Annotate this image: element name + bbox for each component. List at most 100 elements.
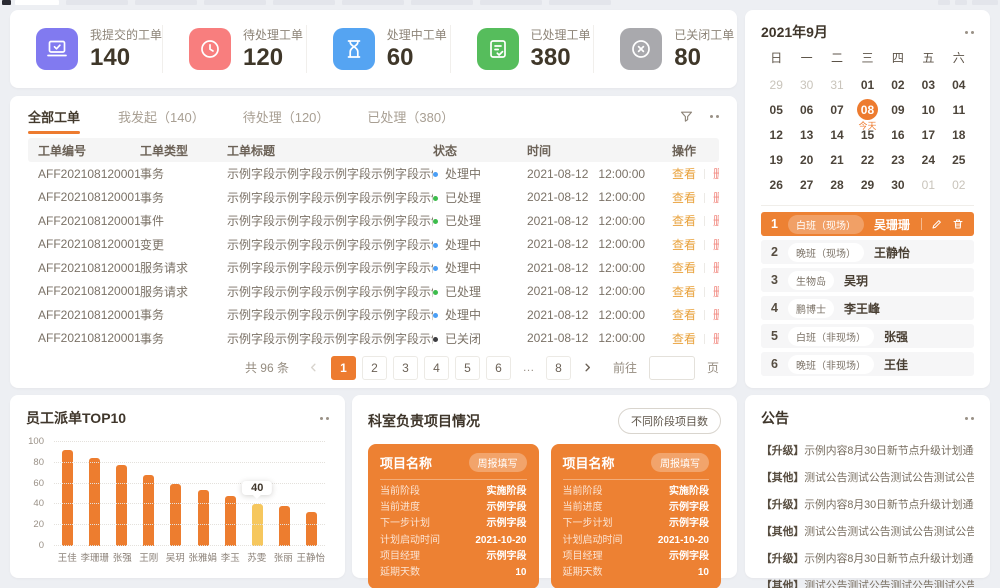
- calendar-day[interactable]: 06: [791, 97, 821, 122]
- notice-item[interactable]: 【其他】测试公告测试公告测试公告测试公告测试公告: [761, 469, 974, 485]
- top-mini-tab[interactable]: [2, 0, 11, 5]
- calendar-day[interactable]: 02: [944, 172, 974, 197]
- top-mini-tab[interactable]: [411, 0, 473, 5]
- bar[interactable]: [62, 450, 73, 546]
- calendar-day[interactable]: 05: [761, 97, 791, 122]
- delete-link[interactable]: 删除: [713, 261, 719, 275]
- filter-icon[interactable]: [679, 109, 694, 124]
- calendar-day[interactable]: 14: [822, 122, 852, 147]
- top-mini-tab[interactable]: [480, 0, 542, 5]
- delete-link[interactable]: 删除: [713, 214, 719, 228]
- calendar-day[interactable]: 23: [883, 147, 913, 172]
- page-button[interactable]: 8: [546, 356, 571, 380]
- top-mini-tab[interactable]: [342, 0, 404, 5]
- view-link[interactable]: 查看: [672, 238, 696, 252]
- calendar-day[interactable]: 30: [883, 172, 913, 197]
- top-mini-tab[interactable]: [955, 0, 967, 5]
- worklist-tab-1[interactable]: 我发起（140）: [118, 107, 205, 126]
- worklist-tab-3[interactable]: 已处理（380）: [367, 107, 454, 126]
- delete-link[interactable]: 删除: [713, 238, 719, 252]
- calendar-day[interactable]: 29: [852, 172, 882, 197]
- calendar-day[interactable]: 02: [883, 72, 913, 97]
- calendar-day[interactable]: 04: [944, 72, 974, 97]
- calendar-day[interactable]: 18: [944, 122, 974, 147]
- calendar-day[interactable]: 17: [913, 122, 943, 147]
- view-link[interactable]: 查看: [672, 285, 696, 299]
- calendar-day[interactable]: 24: [913, 147, 943, 172]
- next-page-button[interactable]: [577, 357, 599, 379]
- delete-link[interactable]: 删除: [713, 285, 719, 299]
- calendar-day[interactable]: 11: [944, 97, 974, 122]
- calendar-day[interactable]: 25: [944, 147, 974, 172]
- bar[interactable]: [170, 484, 181, 546]
- weekly-report-button[interactable]: 周报填写: [469, 453, 527, 472]
- notices-more-icon[interactable]: [965, 412, 974, 425]
- calendar-day[interactable]: 28: [822, 172, 852, 197]
- delete-link[interactable]: 删除: [713, 332, 719, 346]
- worklist-tab-2[interactable]: 待处理（120）: [243, 107, 330, 126]
- calendar-day[interactable]: 07: [822, 97, 852, 122]
- view-link[interactable]: 查看: [672, 332, 696, 346]
- top-mini-tab[interactable]: [66, 0, 128, 5]
- calendar-day[interactable]: 01: [852, 72, 882, 97]
- calendar-day[interactable]: 27: [791, 172, 821, 197]
- top-mini-tab[interactable]: [15, 0, 59, 5]
- delete-link[interactable]: 删除: [713, 308, 719, 322]
- delete-link[interactable]: 删除: [713, 167, 719, 181]
- view-link[interactable]: 查看: [672, 191, 696, 205]
- trash-icon[interactable]: [952, 218, 964, 230]
- calendar-day[interactable]: 22: [852, 147, 882, 172]
- notice-item[interactable]: 【升级】示例内容8月30日新节点升级计划通知: [761, 496, 974, 512]
- page-button[interactable]: 3: [393, 356, 418, 380]
- calendar-more-icon[interactable]: [965, 26, 974, 39]
- calendar-day[interactable]: 29: [761, 72, 791, 97]
- edit-icon[interactable]: [931, 218, 943, 230]
- goto-page-input[interactable]: [649, 356, 695, 380]
- page-button[interactable]: 6: [486, 356, 511, 380]
- calendar-day[interactable]: 09: [883, 97, 913, 122]
- top-mini-tab[interactable]: [273, 0, 335, 5]
- top-mini-tab[interactable]: [972, 0, 998, 5]
- page-button[interactable]: 5: [455, 356, 480, 380]
- calendar-day[interactable]: 10: [913, 97, 943, 122]
- bar[interactable]: [306, 512, 317, 546]
- notice-item[interactable]: 【升级】示例内容8月30日新节点升级计划通知: [761, 442, 974, 458]
- calendar-day[interactable]: 08今天: [852, 97, 882, 122]
- calendar-day[interactable]: 01: [913, 172, 943, 197]
- calendar-day[interactable]: 26: [761, 172, 791, 197]
- calendar-day[interactable]: 21: [822, 147, 852, 172]
- weekly-report-button[interactable]: 周报填写: [651, 453, 709, 472]
- notice-item[interactable]: 【升级】示例内容8月30日新节点升级计划通知: [761, 550, 974, 566]
- view-link[interactable]: 查看: [672, 308, 696, 322]
- page-button[interactable]: 2: [362, 356, 387, 380]
- calendar-day[interactable]: 30: [791, 72, 821, 97]
- top-mini-tab[interactable]: [135, 0, 197, 5]
- notice-item[interactable]: 【其他】测试公告测试公告测试公告测试公告测试公告: [761, 523, 974, 539]
- calendar-day[interactable]: 16: [883, 122, 913, 147]
- bar[interactable]: [143, 475, 154, 546]
- top-mini-tab[interactable]: [938, 0, 950, 5]
- page-button[interactable]: 4: [424, 356, 449, 380]
- stage-count-button[interactable]: 不同阶段项目数: [618, 408, 721, 434]
- view-link[interactable]: 查看: [672, 261, 696, 275]
- calendar-day[interactable]: 19: [761, 147, 791, 172]
- bar[interactable]: [252, 504, 263, 546]
- page-button[interactable]: …: [517, 356, 540, 378]
- notice-item[interactable]: 【其他】测试公告测试公告测试公告测试公告测试公告: [761, 577, 974, 588]
- chart-more-icon[interactable]: [320, 412, 329, 425]
- calendar-day[interactable]: 20: [791, 147, 821, 172]
- bar[interactable]: [279, 506, 290, 546]
- more-icon[interactable]: [710, 110, 719, 123]
- bar[interactable]: [89, 458, 100, 546]
- calendar-day[interactable]: 03: [913, 72, 943, 97]
- delete-link[interactable]: 删除: [713, 191, 719, 205]
- calendar-day[interactable]: 12: [761, 122, 791, 147]
- top-mini-tab[interactable]: [204, 0, 266, 5]
- calendar-day[interactable]: 31: [822, 72, 852, 97]
- bar[interactable]: [116, 465, 127, 546]
- calendar-day[interactable]: 13: [791, 122, 821, 147]
- bar[interactable]: [198, 490, 209, 546]
- page-button[interactable]: 1: [331, 356, 356, 380]
- worklist-tab-0[interactable]: 全部工单: [28, 107, 80, 126]
- view-link[interactable]: 查看: [672, 214, 696, 228]
